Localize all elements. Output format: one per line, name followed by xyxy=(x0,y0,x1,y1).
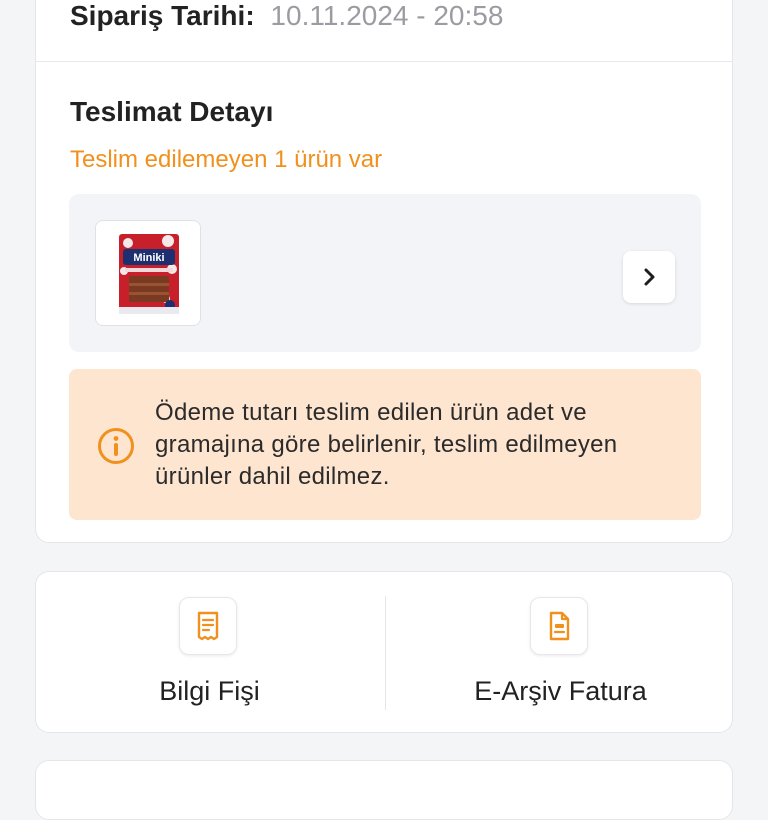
info-receipt-label: Bilgi Fişi xyxy=(159,676,260,706)
invoice-document-icon xyxy=(549,611,570,641)
info-icon xyxy=(98,428,134,464)
product-detail-chevron-button[interactable] xyxy=(623,251,675,303)
receipt-icon xyxy=(197,611,219,641)
product-image: Miniki xyxy=(96,221,200,325)
undelivered-items-note: Teslim edilemeyen 1 ürün var xyxy=(70,146,383,173)
chevron-right-icon xyxy=(644,268,655,286)
e-archive-invoice-button[interactable]: E-Arşiv Fatura xyxy=(385,572,734,734)
next-card xyxy=(35,760,733,820)
receipt-icon-box xyxy=(179,597,237,655)
e-archive-invoice-label: E-Arşiv Fatura xyxy=(474,676,647,706)
delivery-detail-title: Teslimat Detayı xyxy=(70,96,274,127)
payment-info-notice: Ödeme tutarı teslim edilen ürün adet ve … xyxy=(69,369,701,520)
documents-card: Bilgi Fişi E-Arşiv Fatura xyxy=(35,571,733,733)
order-detail-card: Sipariş Tarihi: 10.11.2024 - 20:58 Tesli… xyxy=(35,0,733,543)
invoice-icon-box xyxy=(530,597,588,655)
order-date-row: Sipariş Tarihi: 10.11.2024 - 20:58 xyxy=(70,0,503,33)
payment-info-text: Ödeme tutarı teslim edilen ürün adet ve … xyxy=(155,399,618,490)
order-date-value: 10.11.2024 - 20:58 xyxy=(270,0,504,31)
undelivered-product-panel[interactable]: Miniki xyxy=(69,194,701,352)
info-receipt-button[interactable]: Bilgi Fişi xyxy=(36,572,385,734)
section-divider xyxy=(36,61,732,62)
product-thumbnail: Miniki xyxy=(95,220,201,326)
order-date-label: Sipariş Tarihi: xyxy=(70,0,255,31)
product-brand-text: Miniki xyxy=(133,252,164,264)
